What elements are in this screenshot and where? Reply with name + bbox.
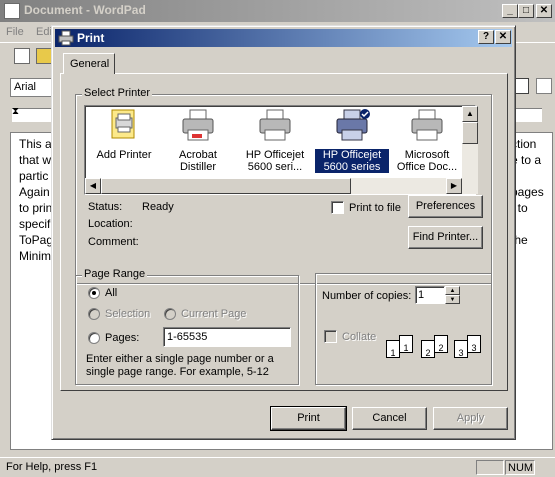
scroll-right-icon[interactable]: ▶ (446, 178, 462, 194)
page-range-hint: Enter either a single page number or a s… (86, 353, 274, 378)
collate-checkbox[interactable] (324, 330, 337, 343)
doc-line: to prin (19, 201, 53, 215)
collate-page: 1 (386, 340, 400, 358)
printer-name: HP Officejet 5600 seri... (245, 149, 305, 173)
current-page-label: Current Page (181, 308, 247, 320)
scroll-up-icon[interactable]: ▲ (462, 106, 478, 122)
select-printer-label: Select Printer (82, 87, 153, 99)
status-label: Status: (88, 201, 123, 213)
selection-radio[interactable] (88, 308, 100, 320)
printer-list-horizontal-scrollbar[interactable]: ◀ ▶ (85, 178, 478, 194)
collate-label: Collate (342, 331, 377, 343)
status-bar: For Help, press F1 NUM (0, 457, 555, 477)
collate-page: 3 (467, 335, 481, 353)
printer-item-add-printer[interactable]: Add Printer (87, 108, 161, 161)
scroll-thumb[interactable] (462, 122, 478, 144)
printer-item-hp-officejet-1[interactable]: HP Officejet 5600 seri... (238, 108, 312, 173)
comment-label: Comment: (88, 236, 139, 248)
spin-down-icon[interactable]: ▼ (445, 295, 460, 304)
printer-name: Microsoft Office Doc... (396, 149, 458, 173)
collate-page: 2 (434, 335, 448, 353)
printer-name: HP Officejet 5600 series (315, 149, 389, 173)
printer-icon (182, 109, 214, 141)
all-pages-radio[interactable] (88, 287, 100, 299)
doc-line: specif (19, 217, 51, 231)
printer-name: Acrobat Distiller (179, 149, 217, 173)
status-help-text: For Help, press F1 (6, 461, 98, 473)
scroll-thumb[interactable] (101, 178, 351, 194)
print-to-file-label: Print to file (349, 202, 401, 214)
selection-label: Selection (105, 308, 151, 320)
collate-page: 3 (454, 340, 468, 358)
menu-file[interactable]: File (6, 26, 24, 38)
doc-line: Again (19, 185, 50, 199)
apply-button[interactable]: Apply (433, 407, 508, 430)
minimize-button[interactable]: _ (502, 4, 518, 18)
doc-line: ToPag (19, 233, 54, 247)
printer-title-icon (58, 30, 74, 46)
tab-general[interactable]: General (63, 53, 115, 74)
copies-input[interactable]: 1 (415, 286, 445, 304)
spin-up-icon[interactable]: ▲ (445, 286, 460, 295)
preferences-button[interactable]: Preferences (408, 195, 483, 218)
wordpad-titlebar: Document - WordPad _ □ ✕ (0, 0, 555, 22)
printer-item-hp-officejet-selected[interactable]: HP Officejet 5600 series (315, 108, 389, 173)
print-dialog-titlebar: Print ? ✕ (55, 29, 512, 47)
cancel-button[interactable]: Cancel (352, 407, 427, 430)
number-of-copies-label: Number of copies: (322, 290, 412, 302)
printer-name: Add Printer (96, 149, 152, 161)
help-button[interactable]: ? (478, 30, 494, 44)
printer-icon (411, 109, 443, 141)
printer-item-microsoft-office[interactable]: Microsoft Office Doc... (390, 108, 464, 173)
location-label: Location: (88, 218, 133, 230)
pages-label: Pages: (105, 332, 140, 344)
wordpad-title: Document - WordPad (24, 3, 146, 17)
page-range-label: Page Range (82, 268, 148, 280)
add-printer-icon (111, 109, 135, 139)
bullets-icon[interactable] (536, 78, 552, 94)
indent-marker-icon[interactable]: ⧗ (12, 106, 19, 117)
wordpad-close-button[interactable]: ✕ (536, 4, 552, 18)
printer-item-acrobat-distiller[interactable]: Acrobat Distiller (161, 108, 235, 173)
printer-list[interactable]: Add Printer Acrobat Distiller HP Officej… (84, 105, 478, 195)
pages-input[interactable]: 1-65535 (163, 327, 291, 347)
num-lock-indicator: NUM (505, 460, 535, 475)
menu-edit[interactable]: Edi (36, 26, 52, 38)
current-page-radio[interactable] (164, 308, 176, 320)
printer-list-vertical-scrollbar[interactable]: ▲ (462, 106, 478, 178)
doc-line: Minim (19, 249, 51, 263)
open-folder-icon[interactable] (36, 48, 52, 64)
doc-line: that w (19, 153, 52, 167)
collate-page: 2 (421, 340, 435, 358)
default-printer-icon (336, 109, 370, 141)
print-dialog: Print ? ✕ General Select Printer Add Pri… (51, 25, 516, 440)
print-dialog-title: Print (77, 31, 105, 45)
collate-illustration-icon: 1 1 2 2 3 3 (386, 335, 486, 365)
maximize-button[interactable]: □ (518, 4, 534, 18)
all-pages-label: All (105, 287, 118, 299)
doc-line: This a (19, 137, 52, 151)
wordpad-app-icon (4, 3, 20, 19)
pages-radio[interactable] (88, 332, 100, 344)
status-panel (476, 460, 504, 475)
scroll-left-icon[interactable]: ◀ (85, 178, 101, 194)
print-to-file-checkbox[interactable] (331, 201, 344, 214)
copies-spinner[interactable]: ▲ ▼ (445, 286, 460, 304)
dialog-close-button[interactable]: ✕ (495, 30, 511, 44)
print-button[interactable]: Print (270, 406, 347, 431)
collate-page: 1 (399, 335, 413, 353)
status-value: Ready (142, 201, 174, 213)
new-document-icon[interactable] (14, 48, 30, 64)
printer-icon (259, 109, 291, 141)
find-printer-button[interactable]: Find Printer... (408, 226, 483, 249)
doc-line: partic (19, 169, 49, 183)
